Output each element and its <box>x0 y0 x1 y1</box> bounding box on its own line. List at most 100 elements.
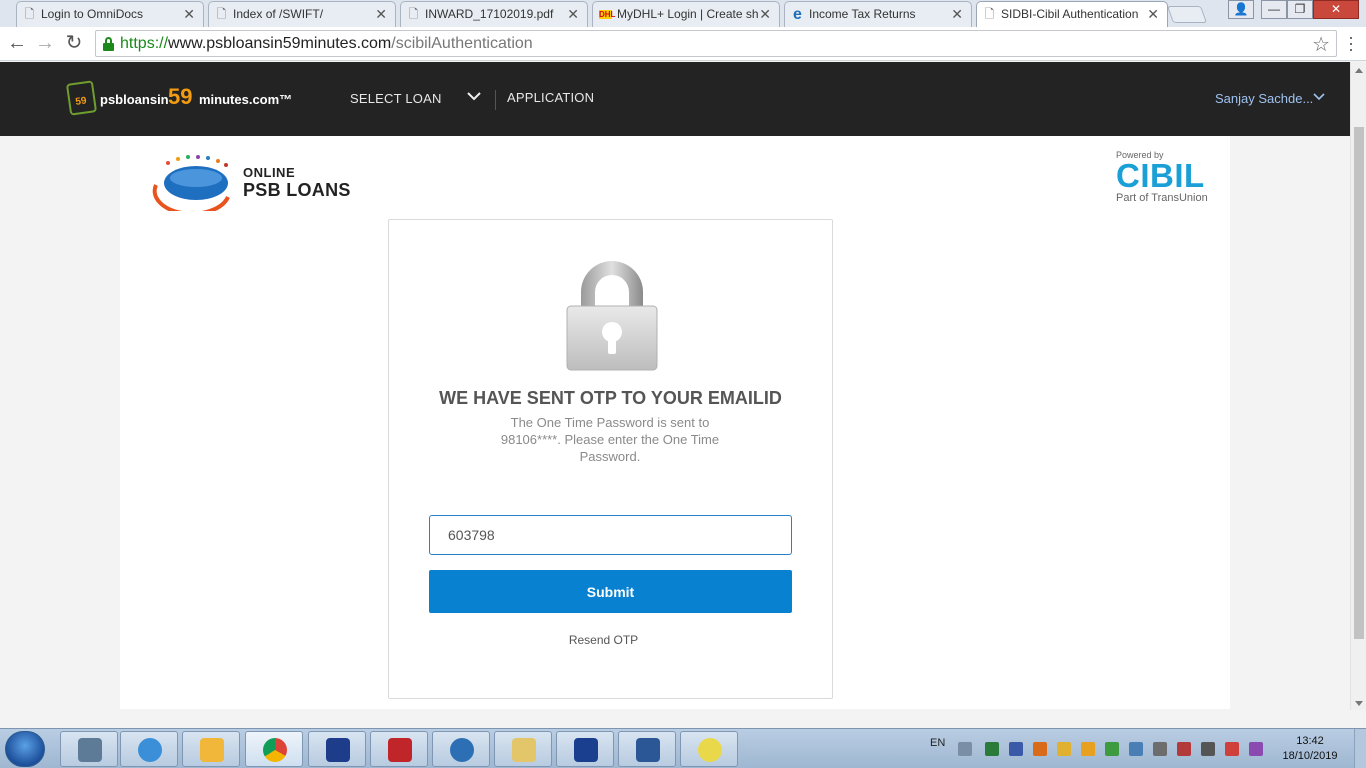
app-icon <box>388 738 412 762</box>
start-button[interactable] <box>5 731 45 767</box>
nav-select-loan[interactable]: SELECT LOAN <box>350 91 442 106</box>
tray-app-icon[interactable] <box>1177 742 1191 756</box>
globe-icon <box>152 155 230 216</box>
taskbar-scanner[interactable] <box>308 731 366 767</box>
tray-app-icon[interactable] <box>1081 742 1095 756</box>
tray-app-icon[interactable] <box>1009 742 1023 756</box>
tab-title: MyDHL+ Login | Create sh <box>617 7 759 21</box>
otp-heading: WE HAVE SENT OTP TO YOUR EMAILID <box>439 388 782 408</box>
maximize-button[interactable]: ❐ <box>1287 0 1313 19</box>
windows-taskbar: EN 13:42 18/10/2019 <box>0 728 1366 768</box>
address-bar[interactable]: https://www.psbloansin59minutes.com/scib… <box>95 30 1337 57</box>
forward-button[interactable]: → <box>33 32 57 56</box>
page-icon: 🗋 <box>216 7 227 21</box>
chevron-down-icon[interactable] <box>466 88 482 104</box>
minimize-button[interactable]: — <box>1261 0 1287 19</box>
logo-badge: 59 <box>65 80 98 116</box>
tray-app-icon[interactable] <box>1225 742 1239 756</box>
page-icon: 🗋 <box>24 7 35 21</box>
close-icon[interactable]: ✕ <box>1147 6 1159 23</box>
app-icon <box>698 738 722 762</box>
taskbar-iw[interactable] <box>556 731 614 767</box>
browser-toolbar: ← → ↻ https://www.psbloansin59minutes.co… <box>0 27 1366 61</box>
tab-sidbi-cibil[interactable]: 🗋 SIDBI-Cibil Authentication ✕ <box>976 1 1168 28</box>
tab-mydhl[interactable]: DHL MyDHL+ Login | Create sh ✕ <box>592 1 780 27</box>
site-header: 59 psbloansin 59 minutes.com™ SELECT LOA… <box>0 62 1350 136</box>
resend-otp-link[interactable]: Resend OTP <box>389 633 818 647</box>
tab-title: SIDBI-Cibil Authentication <box>1001 7 1139 21</box>
taskbar-internet-explorer[interactable] <box>120 731 178 767</box>
taskbar-explorer[interactable] <box>494 731 552 767</box>
calculator-icon <box>78 738 102 762</box>
submit-button[interactable]: Submit <box>429 570 792 613</box>
close-icon[interactable]: ✕ <box>951 6 963 23</box>
tray-app-icon[interactable] <box>1105 742 1119 756</box>
window-close-button[interactable]: ✕ <box>1313 0 1359 19</box>
url-text: https://www.psbloansin59minutes.com/scib… <box>120 35 533 52</box>
otp-card: WE HAVE SENT OTP TO YOUR EMAILID The One… <box>388 219 833 699</box>
ie-icon: e <box>793 6 802 23</box>
scroll-up-icon[interactable] <box>1355 68 1363 73</box>
taskbar-calculator[interactable] <box>60 731 118 767</box>
browser-tab-strip: 🗋 Login to OmniDocs ✕ 🗋 Index of /SWIFT/… <box>0 0 1366 28</box>
show-desktop-button[interactable] <box>1354 729 1366 768</box>
close-icon[interactable]: ✕ <box>567 6 579 23</box>
close-icon[interactable]: ✕ <box>759 6 771 23</box>
close-icon[interactable]: ✕ <box>183 6 195 23</box>
scrollbar-thumb[interactable] <box>1354 127 1364 639</box>
tab-title: Login to OmniDocs <box>41 7 144 21</box>
user-icon[interactable]: 👤 <box>1228 0 1254 19</box>
online-psb-loans-logo: ONLINE PSB LOANS <box>150 155 390 216</box>
chevron-down-icon[interactable] <box>1313 92 1325 102</box>
taskbar-word[interactable] <box>618 731 676 767</box>
keyboard-icon[interactable] <box>958 742 972 756</box>
tray-app-icon[interactable] <box>985 742 999 756</box>
taskbar-outlook[interactable] <box>182 731 240 767</box>
volume-icon[interactable] <box>1153 742 1167 756</box>
thunderbird-icon <box>450 738 474 762</box>
taskbar-thunderbird[interactable] <box>432 731 490 767</box>
scanner-icon <box>326 738 350 762</box>
folder-icon <box>512 738 536 762</box>
clock-time: 13:42 <box>1296 735 1324 747</box>
system-clock[interactable]: 13:42 18/10/2019 <box>1280 734 1340 764</box>
vertical-scrollbar[interactable] <box>1350 62 1366 710</box>
tab-title: INWARD_17102019.pdf <box>425 7 554 21</box>
dhl-icon: DHL <box>599 10 616 19</box>
tab-title: Index of /SWIFT/ <box>233 7 324 21</box>
clock-date: 18/10/2019 <box>1282 750 1338 762</box>
word-icon <box>636 738 660 762</box>
nav-divider <box>495 90 496 110</box>
tray-app-icon[interactable] <box>1201 742 1215 756</box>
browser-menu-icon[interactable]: · · · <box>1344 28 1358 58</box>
lock-icon <box>103 37 114 51</box>
user-menu[interactable]: Sanjay Sachde... <box>1215 91 1313 106</box>
taskbar-app-red[interactable] <box>370 731 428 767</box>
page-icon: 🗋 <box>984 7 995 21</box>
tab-omnidocs[interactable]: 🗋 Login to OmniDocs ✕ <box>16 1 204 27</box>
new-tab-button[interactable] <box>1166 6 1208 23</box>
mail-icon <box>200 738 224 762</box>
tray-app-icon[interactable] <box>1249 742 1263 756</box>
otp-input[interactable] <box>429 515 792 555</box>
taskbar-chrome[interactable] <box>245 731 303 767</box>
language-indicator[interactable]: EN <box>930 737 945 749</box>
scroll-down-icon[interactable] <box>1355 701 1363 706</box>
ie-icon <box>138 738 162 762</box>
back-button[interactable]: ← <box>5 32 29 56</box>
reload-button[interactable]: ↻ <box>62 32 86 56</box>
tab-title: Income Tax Returns <box>809 7 916 21</box>
network-icon[interactable] <box>1129 742 1143 756</box>
otp-description: The One Time Password is sent to 98106**… <box>500 415 720 464</box>
tab-inward-pdf[interactable]: 🗋 INWARD_17102019.pdf ✕ <box>400 1 588 27</box>
chrome-icon <box>263 738 287 762</box>
nav-application[interactable]: APPLICATION <box>507 90 594 105</box>
tab-income-tax[interactable]: e Income Tax Returns ✕ <box>784 1 972 27</box>
tab-swift-index[interactable]: 🗋 Index of /SWIFT/ ✕ <box>208 1 396 27</box>
mail-icon[interactable] <box>1057 742 1071 756</box>
close-icon[interactable]: ✕ <box>375 6 387 23</box>
tray-app-icon[interactable] <box>1033 742 1047 756</box>
padlock-icon <box>566 261 658 371</box>
taskbar-app-yellow[interactable] <box>680 731 738 767</box>
bookmark-star-icon[interactable]: ☆ <box>1312 32 1330 57</box>
